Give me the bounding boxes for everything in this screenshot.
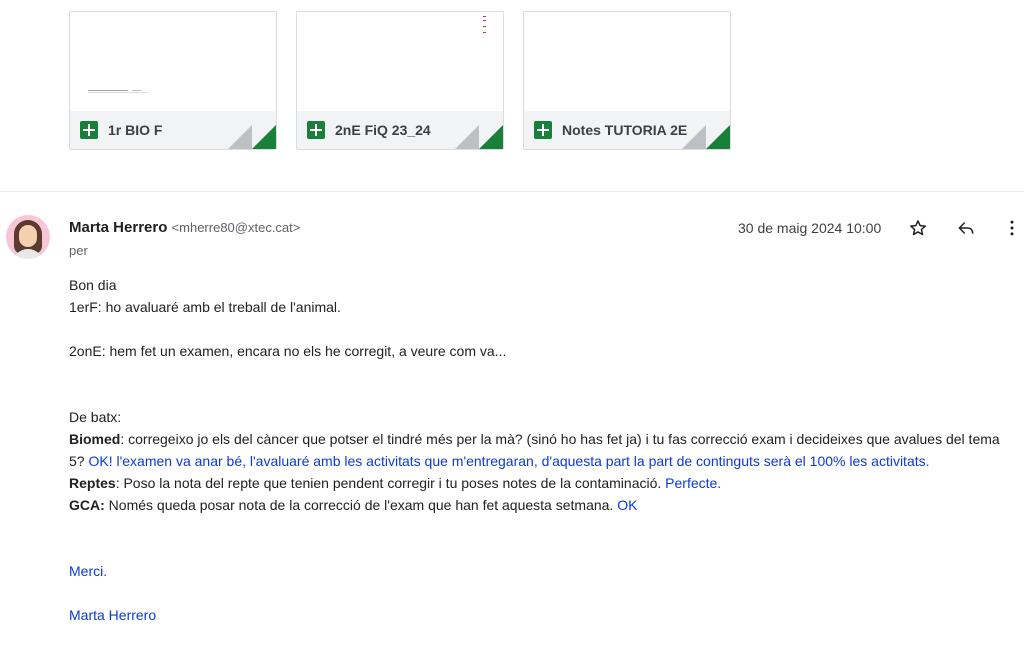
reptes-paragraph: Reptes: Poso la nota del repte que tenie… [69,472,1019,494]
biomed-reply: OK! l'examen va anar bé, l'avaluaré amb … [88,453,930,469]
attachment-thumbnail [297,12,503,111]
google-sheets-icon [534,121,552,139]
star-icon[interactable] [906,216,930,240]
google-sheets-icon [307,121,325,139]
attachment-card[interactable]: Notes TUTORIA 2E [523,11,731,150]
greeting: Bon dia [69,277,117,293]
biomed-label: Biomed [69,431,121,447]
more-vert-icon[interactable] [1000,216,1024,240]
attachment-footer: 2nE FiQ 23_24 [297,111,503,149]
sender: Marta Herrero <mherre80@xtec.cat> [69,219,300,236]
reply-icon[interactable] [954,216,978,240]
attachment-footer: 1r BIO F [70,111,276,149]
gca-label: GCA: [69,497,105,513]
attachment-thumbnail [524,12,730,111]
reptes-text: : Poso la nota del repte que tenien pend… [115,475,666,491]
signature: Marta Herrero [69,607,157,623]
batx-heading: De batx: [69,409,122,425]
biomed-paragraph: Biomed: corregeixo jo els del càncer que… [69,428,1019,472]
line-2one: 2onE: hem fet un examen, encara no els h… [69,343,507,359]
attachment-name: 1r BIO F [108,122,163,138]
thanks: Merci. [69,563,108,579]
page-fold-icon [479,125,503,149]
attachment-name: 2nE FiQ 23_24 [335,122,431,138]
attachment-card[interactable]: 1r BIO F [69,11,277,150]
page-fold-shadow [228,125,252,149]
gca-text: Només queda posar nota de la correcció d… [104,497,618,513]
sender-email: <mherre80@xtec.cat> [171,220,301,235]
page-fold-shadow [682,125,706,149]
gca-reply: OK [617,497,638,513]
page-fold-icon [252,125,276,149]
line-1erf: 1erF: ho avaluaré amb el treball de l'an… [69,299,341,315]
message-date: 30 de maig 2024 10:00 [738,220,882,236]
gca-paragraph: GCA: Només queda posar nota de la correc… [69,494,1019,516]
attachment-name: Notes TUTORIA 2E [562,122,688,138]
page-fold-icon [706,125,730,149]
google-sheets-icon [80,121,98,139]
attachment-footer: Notes TUTORIA 2E [524,111,730,149]
attachment-thumbnail [70,12,276,111]
sender-name[interactable]: Marta Herrero [69,219,167,236]
reptes-label: Reptes [69,475,116,491]
attachments-row: 1r BIO F 2nE FiQ 23_24 Notes TUTORIA 2E [69,11,731,150]
avatar[interactable] [6,215,50,259]
attachment-card[interactable]: 2nE FiQ 23_24 [296,11,504,150]
recipient[interactable]: per [69,243,88,258]
reptes-reply: Perfecte. [665,475,722,491]
page-fold-shadow [455,125,479,149]
message-body: Bon dia 1erF: ho avaluaré amb el treball… [69,274,1019,626]
message-divider [0,191,1024,192]
avatar-face [19,225,37,247]
